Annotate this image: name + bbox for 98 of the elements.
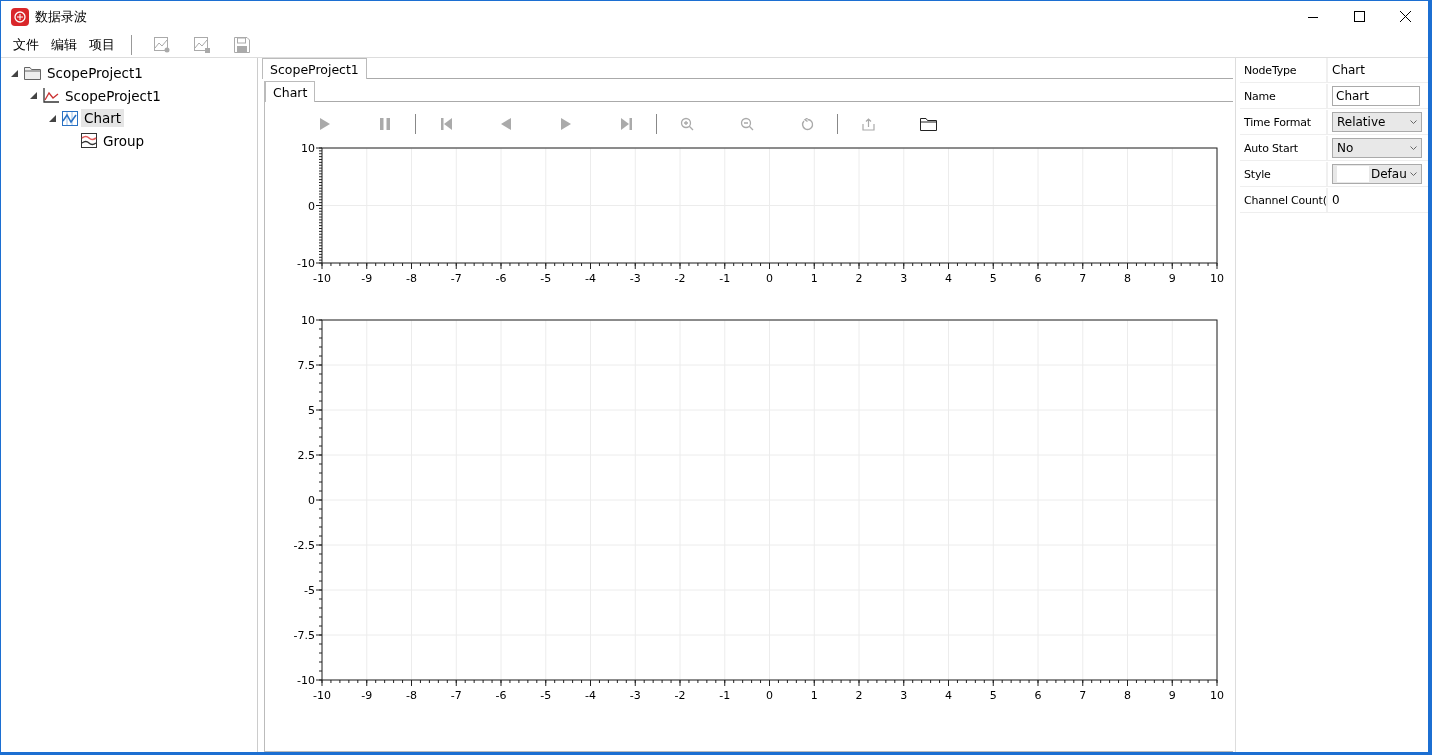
menu-item[interactable]: 文件: [7, 35, 45, 54]
y-tick-label: -5: [304, 584, 315, 597]
y-tick-label: 0: [308, 199, 315, 213]
name-input-field[interactable]: Chart: [1332, 86, 1420, 106]
property-label: Time Format: [1240, 110, 1328, 134]
x-tick-label: 0: [766, 689, 773, 702]
property-dropdown[interactable]: Relative: [1332, 112, 1422, 132]
x-tick-label: 5: [989, 689, 997, 702]
expanded-arrow-icon[interactable]: [29, 92, 37, 100]
x-tick-label: 0: [766, 272, 773, 285]
x-tick-label: -7: [450, 272, 462, 285]
y-tick-label: 0: [308, 494, 315, 507]
x-tick-label: 8: [1124, 689, 1131, 702]
tree-item[interactable]: Group: [100, 131, 148, 150]
property-value: 0: [1332, 193, 1340, 207]
expanded-arrow-icon[interactable]: [48, 114, 56, 122]
wave-chart-icon: [62, 110, 78, 126]
y-tick-label: 10: [301, 314, 315, 327]
x-tick-label: -9: [361, 689, 373, 702]
window-title: 数据录波: [35, 7, 87, 26]
caret-icon: [1410, 146, 1417, 150]
x-tick-label: -1: [719, 689, 731, 702]
property-value: Chart: [1332, 63, 1365, 77]
x-tick-label: 2: [855, 689, 863, 702]
x-tick-label: 9: [1168, 272, 1176, 285]
x-tick-label: -8: [406, 689, 417, 702]
x-tick-label: 9: [1168, 689, 1176, 702]
x-tick-label: -5: [540, 689, 552, 702]
play-icon: [320, 118, 330, 130]
x-tick-label: -4: [585, 689, 596, 702]
style-dropdown[interactable]: Defau: [1332, 164, 1422, 184]
tree-item[interactable]: ScopeProject1: [44, 64, 146, 83]
y-tick-label: 5: [308, 404, 315, 417]
y-tick-label: -7.5: [293, 629, 315, 642]
y-tick-label: 2.5: [297, 449, 315, 462]
reset-icon: [800, 117, 814, 131]
skip-to-start-icon: [440, 118, 452, 130]
y-tick-label: 10: [301, 142, 315, 155]
menu-item[interactable]: 项目: [83, 35, 121, 54]
x-tick-label: -3: [629, 689, 641, 702]
line-chart-icon: [43, 88, 59, 104]
x-tick-label: 4: [945, 689, 952, 702]
property-dropdown[interactable]: No: [1332, 138, 1422, 158]
x-tick-label: -5: [540, 272, 552, 285]
y-tick-label: -10: [297, 674, 315, 687]
x-tick-label: -6: [495, 272, 507, 285]
x-tick-label: -3: [629, 272, 641, 285]
y-tick-label: -2.5: [293, 539, 315, 552]
x-tick-label: -8: [406, 272, 417, 285]
x-tick-label: -4: [585, 272, 596, 285]
zoom-in-icon: [680, 117, 694, 131]
close-icon: [1399, 11, 1411, 22]
step-forward-icon: [561, 118, 571, 130]
x-tick-label: -1: [719, 272, 731, 285]
chart-tab[interactable]: Chart: [265, 81, 316, 102]
menu-item[interactable]: 编辑: [45, 35, 83, 54]
folder-icon: [24, 66, 41, 80]
x-tick-label: 3: [900, 272, 908, 285]
x-tick-label: 7: [1079, 272, 1087, 285]
x-tick-label: 2: [855, 272, 863, 285]
app-logo-icon: [11, 7, 29, 26]
y-tick-label: -10: [297, 257, 315, 270]
folder-icon: [919, 117, 937, 131]
tree-item[interactable]: ScopeProject1: [62, 86, 164, 105]
maximize-icon: [1353, 11, 1365, 22]
skip-to-end-icon: [620, 118, 632, 130]
x-tick-label: 5: [989, 272, 997, 285]
y-tick-label: 7.5: [297, 359, 315, 372]
step-back-icon: [501, 118, 511, 130]
x-tick-label: -6: [495, 689, 507, 702]
pause-icon: [380, 118, 390, 130]
x-tick-label: -9: [361, 272, 373, 285]
chart-add-icon: [194, 36, 210, 53]
x-tick-label: -2: [674, 272, 686, 285]
save-icon: [234, 36, 250, 53]
x-tick-label: 10: [1210, 689, 1224, 702]
x-tick-label: 4: [945, 272, 952, 285]
x-tick-label: 1: [810, 689, 818, 702]
expanded-arrow-icon[interactable]: [10, 69, 18, 77]
caret-icon: [1410, 120, 1417, 124]
x-tick-label: -10: [313, 689, 331, 702]
x-tick-label: -10: [313, 272, 331, 285]
x-tick-label: 1: [810, 272, 818, 285]
x-tick-label: -2: [674, 689, 686, 702]
document-tab[interactable]: ScopeProject1: [262, 58, 367, 79]
x-tick-label: 8: [1124, 272, 1131, 285]
x-tick-label: -7: [450, 689, 462, 702]
x-tick-label: 3: [900, 689, 908, 702]
tree-item[interactable]: Chart: [81, 109, 125, 128]
x-tick-label: 6: [1034, 689, 1042, 702]
caret-icon: [1410, 172, 1417, 176]
x-tick-label: 10: [1210, 272, 1224, 285]
x-tick-label: 7: [1079, 689, 1087, 702]
x-tick-label: 6: [1034, 272, 1042, 285]
chart-add-icon: [154, 36, 170, 53]
wave-group-icon: [81, 133, 97, 149]
export-icon: [861, 117, 875, 131]
zoom-out-icon: [740, 117, 754, 131]
